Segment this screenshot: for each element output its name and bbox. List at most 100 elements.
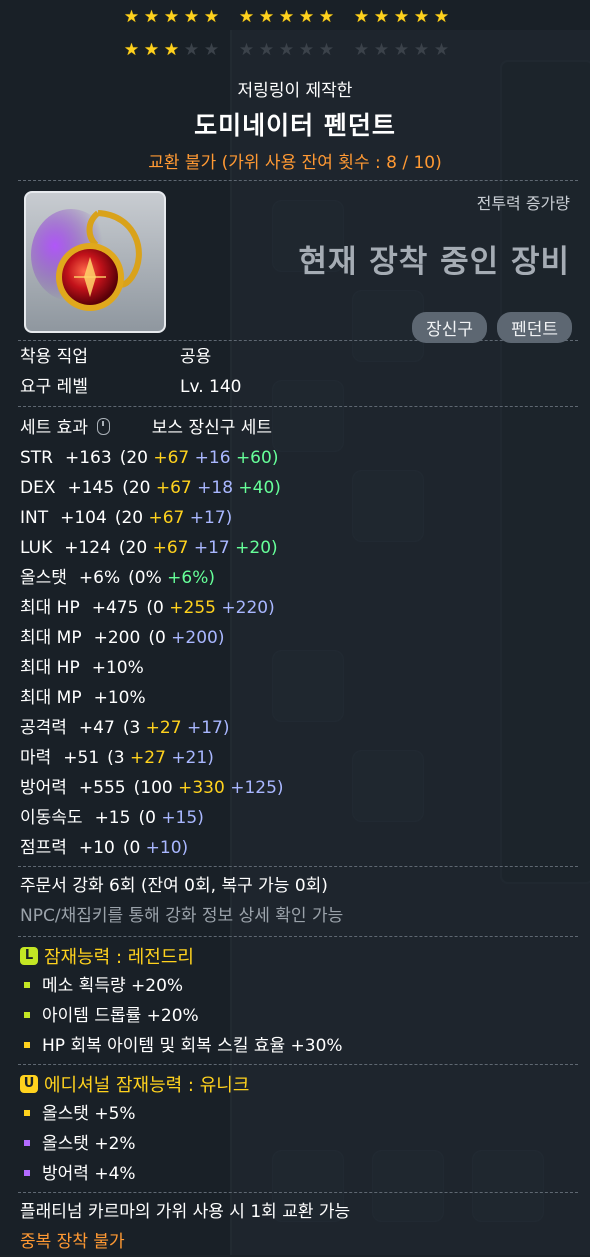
stat-name: LUK — [20, 538, 53, 558]
stat-total: +10 — [78, 838, 115, 858]
star-filled-icon: ★ — [393, 7, 410, 27]
stat-bonus: +20) — [235, 538, 278, 558]
type-tag: 펜던트 — [497, 312, 572, 343]
star-filled-icon: ★ — [258, 7, 275, 27]
star-empty-icon: ★ — [258, 40, 275, 60]
stat-total: +145 — [67, 478, 115, 498]
stat-base: (20 — [119, 448, 154, 468]
stat-total: +200 — [93, 628, 141, 648]
stat-bonus: +18 — [197, 478, 239, 498]
star-filled-icon: ★ — [143, 7, 160, 27]
crafter-text: 저링링이 제작한 — [237, 81, 353, 101]
potential-line-text: HP 회복 아이템 및 회복 스킬 효율 +30% — [42, 1036, 343, 1056]
stat-bonus: +27 — [130, 748, 172, 768]
stat-line: STR +163 (20 +67 +16 +60) — [20, 443, 284, 473]
stat-bonus: +40) — [238, 478, 281, 498]
potential-line: HP 회복 아이템 및 회복 스킬 효율 +30% — [20, 1031, 343, 1061]
item-name: 도미네이터 펜던트 — [194, 111, 396, 140]
stat-base: (3 — [122, 718, 146, 738]
additional-potential-line-text: 방어력 +4% — [42, 1164, 136, 1184]
additional-potential-grade-icon: U — [20, 1075, 38, 1093]
potential-section: L 잠재능력 : 레전드리메소 획득량 +20% 아이템 드롭률 +20% HP 회복… — [20, 941, 343, 1061]
star-group: ★ ★ ★ ★ ★ — [352, 9, 451, 26]
stat-total: +15 — [94, 808, 131, 828]
job-value: 공용 — [180, 347, 212, 367]
star-filled-icon: ★ — [413, 7, 430, 27]
star-filled-icon: ★ — [123, 7, 140, 27]
stat-bonus: +330 — [178, 778, 231, 798]
stat-bonus: +15) — [161, 808, 204, 828]
stat-bonus: +27 — [145, 718, 187, 738]
star-empty-icon: ★ — [298, 40, 315, 60]
star-filled-icon: ★ — [278, 7, 295, 27]
stat-line: LUK +124 (20 +67 +17 +20) — [20, 533, 284, 563]
star-group: ★ ★ ★ ★ ★ — [122, 42, 221, 59]
additional-potential-section: U 에디셔널 잠재능력 : 유니크올스탯 +5% 올스탯 +2% 방어력 +4% — [20, 1069, 249, 1189]
stat-bonus: +220) — [221, 598, 275, 618]
stat-base: (0 — [148, 628, 172, 648]
stat-total: +163 — [65, 448, 112, 468]
potential-line-text: 아이템 드롭률 +20% — [42, 1006, 199, 1026]
no-duplicate-equip: 중복 장착 불가 — [20, 1232, 125, 1252]
stat-line: 최대 MP +200 (0 +200) — [20, 623, 284, 653]
trade-status: 교환 불가 (가위 사용 잔여 횟수 : 8 / 10) — [148, 153, 442, 173]
stat-base: (20 — [114, 508, 149, 528]
stat-line: 최대 HP +475 (0 +255 +220) — [20, 593, 284, 623]
stat-name: STR — [20, 448, 53, 468]
pendant-icon — [31, 209, 142, 311]
additional-potential-title: 에디셔널 잠재능력 : 유니크 — [44, 1075, 250, 1096]
star-empty-icon: ★ — [203, 40, 220, 60]
currently-equipped-label: 현재 장착 중인 장비 — [298, 244, 570, 280]
stat-name: 마력 — [20, 748, 52, 768]
scroll-info: 주문서 강화 6회 (잔여 0회, 복구 가능 0회) — [20, 876, 328, 896]
additional-potential-line-text: 올스탯 +5% — [42, 1104, 136, 1124]
stat-name: 최대 HP — [20, 658, 80, 678]
stat-line: 마력 +51 (3 +27 +21) — [20, 743, 284, 773]
divider — [18, 1064, 578, 1065]
stat-bonus: +60) — [235, 448, 279, 468]
stat-name: 올스탯 — [20, 568, 67, 588]
karma-info: 플래티넘 카르마의 가위 사용 시 1회 교환 가능 — [20, 1202, 351, 1222]
stat-bonus: +17) — [186, 718, 230, 738]
potential-line-text: 메소 획득량 +20% — [42, 976, 184, 996]
star-group: ★ ★ ★ ★ ★ — [122, 9, 221, 26]
star-empty-icon: ★ — [183, 40, 200, 60]
potential-grade-icon: L — [20, 947, 38, 965]
star-filled-icon: ★ — [123, 40, 140, 60]
stat-base: (100 — [133, 778, 179, 798]
stat-line: INT +104 (20 +67 +17) — [20, 503, 284, 533]
star-filled-icon: ★ — [163, 7, 180, 27]
stat-base: (0 — [138, 808, 162, 828]
stat-base: (3 — [107, 748, 131, 768]
stat-line: 공격력 +47 (3 +27 +17) — [20, 713, 284, 743]
additional-potential-line: 방어력 +4% — [20, 1159, 249, 1189]
stat-name: 최대 MP — [20, 628, 82, 648]
divider — [18, 866, 578, 867]
potential-title: 잠재능력 : 레전드리 — [44, 947, 194, 968]
potential-header: L 잠재능력 : 레전드리 — [20, 941, 343, 971]
stat-base: (0 — [122, 838, 146, 858]
stat-base: (0 — [146, 598, 170, 618]
star-filled-icon: ★ — [318, 7, 335, 27]
divider — [18, 340, 578, 341]
stat-name: 최대 HP — [20, 598, 80, 618]
star-group: ★ ★ ★ ★ ★ — [237, 42, 336, 59]
stat-bonus: +200) — [171, 628, 225, 648]
stat-total: +51 — [63, 748, 100, 768]
star-group: ★ ★ ★ ★ ★ — [352, 42, 451, 59]
stat-name: 방어력 — [20, 778, 67, 798]
additional-potential-header: U 에디셔널 잠재능력 : 유니크 — [20, 1069, 249, 1099]
star-filled-icon: ★ — [163, 40, 180, 60]
bullet-icon — [24, 1042, 30, 1048]
star-filled-icon: ★ — [143, 40, 160, 60]
stat-total: +10% — [93, 688, 146, 708]
stat-list: STR +163 (20 +67 +16 +60) DEX +145 (20 +67 +… — [20, 443, 284, 863]
item-category-tags: 장신구 펜던트 — [412, 312, 572, 343]
star-empty-icon: ★ — [318, 40, 335, 60]
stat-total: +475 — [91, 598, 139, 618]
potential-line: 메소 획득량 +20% — [20, 971, 343, 1001]
additional-potential-line-text: 올스탯 +2% — [42, 1134, 136, 1154]
star-filled-icon: ★ — [238, 7, 255, 27]
potential-line: 아이템 드롭률 +20% — [20, 1001, 343, 1031]
stat-line: 방어력 +555 (100 +330 +125) — [20, 773, 284, 803]
